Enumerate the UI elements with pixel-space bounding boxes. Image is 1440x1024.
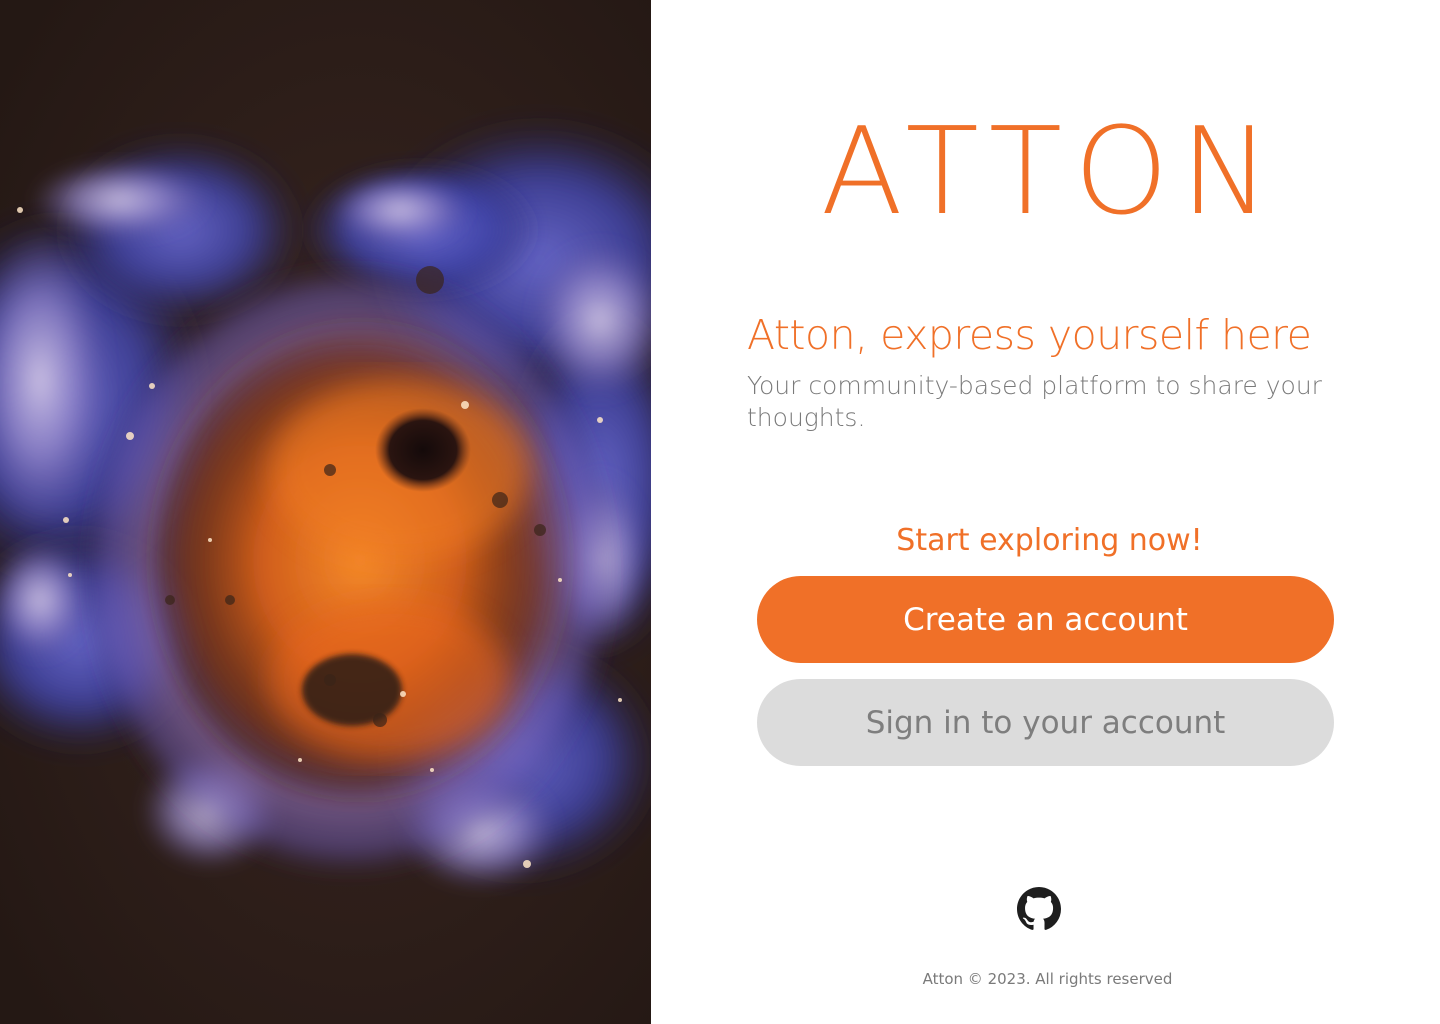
welcome-panel: ATTON Atton, express yourself here Your … bbox=[651, 0, 1440, 1024]
hero-title: Atton, express yourself here bbox=[747, 311, 1312, 359]
landing-page: ATTON Atton, express yourself here Your … bbox=[0, 0, 1440, 1024]
footer-copyright: Atton © 2023. All rights reserved bbox=[922, 970, 1173, 988]
hero-subtitle: Your community-based platform to share y… bbox=[747, 371, 1322, 432]
sign-in-button[interactable]: Sign in to your account bbox=[757, 679, 1334, 766]
github-icon bbox=[1017, 887, 1061, 930]
nebula-artwork-image bbox=[0, 0, 651, 1024]
github-link[interactable] bbox=[1016, 887, 1062, 931]
create-account-button[interactable]: Create an account bbox=[757, 576, 1334, 663]
brand-logo: ATTON bbox=[820, 103, 1283, 242]
hero-artwork-panel bbox=[0, 0, 651, 1024]
cta-heading: Start exploring now! bbox=[896, 523, 1203, 558]
